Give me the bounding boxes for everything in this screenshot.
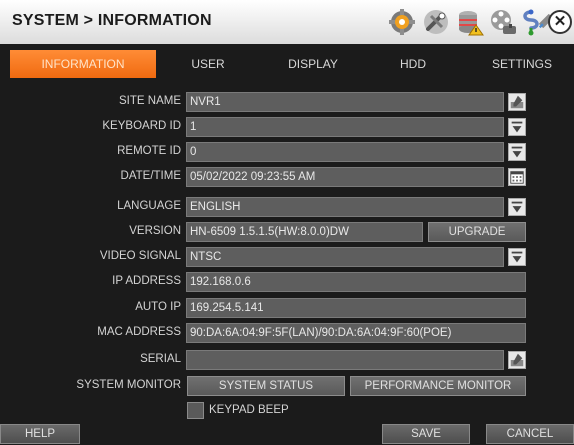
title-bar: SYSTEM > INFORMATION ✕ (0, 0, 574, 44)
dropdown-arrow-icon[interactable] (508, 198, 526, 216)
ip-address-label: IP ADDRESS (112, 275, 181, 287)
tab-hdd[interactable]: HDD (388, 50, 438, 78)
tab-display[interactable]: DISPLAY (278, 50, 348, 78)
datetime-label: DATE/TIME (120, 170, 181, 182)
tab-settings[interactable]: SETTINGS (482, 50, 562, 78)
site-name-field[interactable]: NVR1 (186, 92, 504, 112)
auto-ip-row: AUTO IP 169.254.5.141 (0, 298, 574, 318)
language-row: LANGUAGE ENGLISH (0, 197, 574, 217)
video-signal-select[interactable]: NTSC (186, 247, 504, 267)
film-reel-icon[interactable] (489, 8, 517, 36)
version-row: VERSION HN-6509 1.5.1.5(HW:8.0.0)DW UPGR… (0, 222, 574, 242)
database-alert-icon[interactable] (456, 8, 484, 36)
upgrade-button[interactable]: UPGRADE (428, 222, 526, 242)
keypad-beep-label: KEYPAD BEEP (209, 404, 289, 416)
auto-ip-field: 169.254.5.141 (186, 298, 526, 318)
performance-monitor-button[interactable]: PERFORMANCE MONITOR (350, 376, 526, 396)
dropdown-arrow-icon[interactable] (508, 143, 526, 161)
site-name-row: SITE NAME NVR1 (0, 92, 574, 112)
keypad-beep-row: KEYPAD BEEP (0, 401, 574, 421)
keyboard-edit-icon[interactable] (508, 351, 526, 369)
save-button[interactable]: SAVE (382, 424, 470, 444)
page-title: SYSTEM > INFORMATION (12, 12, 212, 29)
system-monitor-label: SYSTEM MONITOR (76, 379, 181, 391)
ip-address-field: 192.168.0.6 (186, 272, 526, 292)
dropdown-arrow-icon[interactable] (508, 248, 526, 266)
system-monitor-row: SYSTEM MONITOR SYSTEM STATUS PERFORMANCE… (0, 376, 574, 396)
serial-row: SERIAL (0, 350, 574, 370)
datetime-field[interactable]: 05/02/2022 09:23:55 AM (186, 167, 504, 187)
keyboard-id-row: KEYBOARD ID 1 (0, 117, 574, 137)
keypad-beep-checkbox[interactable] (187, 402, 204, 419)
language-select[interactable]: ENGLISH (186, 197, 504, 217)
keyboard-id-select[interactable]: 1 (186, 117, 504, 137)
tab-information[interactable]: INFORMATION (10, 50, 156, 78)
close-button[interactable]: ✕ (548, 10, 572, 34)
keyboard-id-label: KEYBOARD ID (102, 120, 181, 132)
dropdown-arrow-icon[interactable] (508, 118, 526, 136)
remote-id-row: REMOTE ID 0 (0, 142, 574, 162)
help-button[interactable]: HELP (0, 424, 80, 444)
serial-field[interactable] (186, 350, 504, 370)
tools-icon[interactable] (422, 8, 450, 36)
version-label: VERSION (129, 225, 181, 237)
video-signal-row: VIDEO SIGNAL NTSC (0, 247, 574, 267)
site-name-label: SITE NAME (119, 95, 181, 107)
mac-address-field: 90:DA:6A:04:9F:5F(LAN)/90:DA:6A:04:9F:60… (186, 323, 526, 343)
remote-id-select[interactable]: 0 (186, 142, 504, 162)
cancel-button[interactable]: CANCEL (486, 424, 574, 444)
serial-label: SERIAL (140, 353, 181, 365)
tab-user[interactable]: USER (178, 50, 238, 78)
ip-address-row: IP ADDRESS 192.168.0.6 (0, 272, 574, 292)
tab-bar: INFORMATION USER DISPLAY HDD SETTINGS (0, 50, 574, 78)
footer-bar: HELP SAVE CANCEL (0, 422, 574, 445)
keyboard-edit-icon[interactable] (508, 93, 526, 111)
system-information-window: SYSTEM > INFORMATION ✕ INFORMATION USER … (0, 0, 574, 445)
mac-address-row: MAC ADDRESS 90:DA:6A:04:9F:5F(LAN)/90:DA… (0, 323, 574, 343)
calendar-icon[interactable] (508, 168, 526, 186)
gear-icon[interactable] (388, 8, 416, 36)
auto-ip-label: AUTO IP (135, 301, 181, 313)
mac-address-label: MAC ADDRESS (97, 326, 181, 338)
system-status-button[interactable]: SYSTEM STATUS (187, 376, 345, 396)
version-field: HN-6509 1.5.1.5(HW:8.0.0)DW (186, 222, 423, 242)
video-signal-label: VIDEO SIGNAL (99, 250, 181, 262)
language-label: LANGUAGE (117, 200, 181, 212)
datetime-row: DATE/TIME 05/02/2022 09:23:55 AM (0, 167, 574, 187)
remote-id-label: REMOTE ID (117, 145, 181, 157)
